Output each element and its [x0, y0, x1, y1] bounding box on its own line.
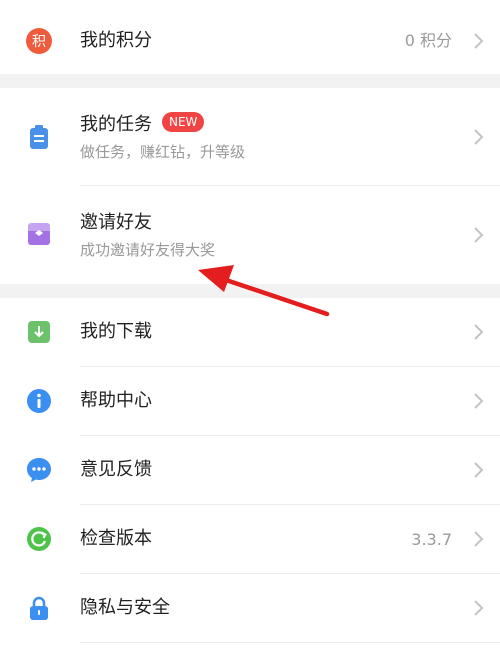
chevron-right-icon	[474, 324, 484, 340]
my-tasks-subtitle: 做任务，赚红钻，升等级	[80, 143, 246, 161]
chevron-right-icon	[474, 600, 484, 616]
invite-friends-label: 邀请好友	[80, 212, 152, 233]
chevron-right-icon	[474, 129, 484, 145]
check-version-row[interactable]: 检查版本 3.3.7	[0, 505, 500, 573]
divider	[80, 642, 500, 643]
lock-icon	[30, 596, 48, 620]
feedback-row[interactable]: 意见反馈	[0, 436, 500, 504]
chevron-right-icon	[474, 462, 484, 478]
my-downloads-label: 我的下载	[80, 321, 152, 342]
help-center-row[interactable]: 帮助中心	[0, 367, 500, 435]
chevron-right-icon	[474, 531, 484, 547]
check-version-label: 检查版本	[80, 528, 152, 549]
points-value: 0 积分	[404, 31, 452, 50]
privacy-security-row[interactable]: 隐私与安全	[0, 574, 500, 642]
new-badge: NEW	[162, 112, 205, 132]
version-value: 3.3.7	[411, 530, 452, 549]
points-icon: 积	[26, 28, 52, 54]
privacy-security-label: 隐私与安全	[80, 597, 170, 618]
my-points-row[interactable]: 积 我的积分 0 积分	[0, 0, 500, 74]
info-icon	[27, 389, 51, 413]
refresh-icon	[27, 527, 51, 551]
chevron-right-icon	[474, 393, 484, 409]
gift-box-icon	[28, 223, 50, 245]
points-section: 积 我的积分 0 积分	[0, 0, 500, 74]
clipboard-icon	[30, 125, 48, 149]
chevron-right-icon	[474, 227, 484, 243]
chevron-right-icon	[474, 33, 484, 49]
help-center-label: 帮助中心	[80, 390, 152, 411]
invite-friends-subtitle: 成功邀请好友得大奖	[80, 241, 216, 259]
points-icon-char: 积	[32, 34, 46, 50]
download-icon	[28, 321, 50, 343]
my-downloads-row[interactable]: 我的下载	[0, 298, 500, 366]
my-points-label: 我的积分	[80, 30, 152, 51]
my-tasks-row[interactable]: 我的任务 做任务，赚红钻，升等级	[0, 88, 500, 185]
my-tasks-label: 我的任务	[80, 114, 152, 135]
feedback-label: 意见反馈	[80, 459, 152, 480]
invite-friends-row[interactable]: 邀请好友 成功邀请好友得大奖	[0, 186, 500, 284]
chat-bubble-icon	[27, 458, 51, 482]
